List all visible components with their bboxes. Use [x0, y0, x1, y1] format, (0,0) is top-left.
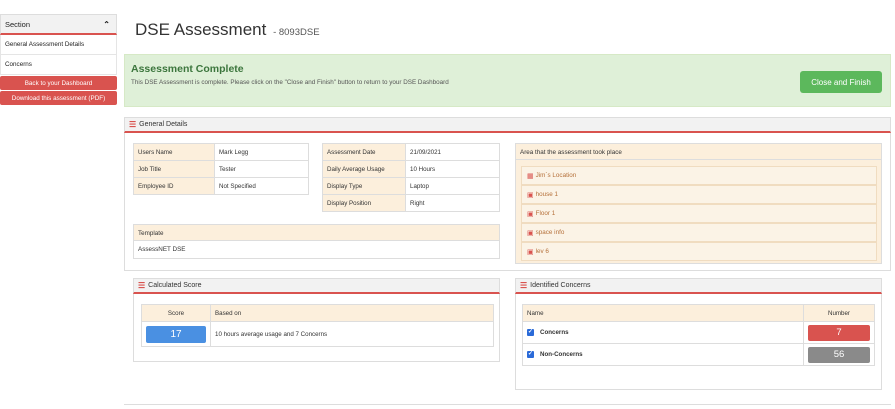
assessment-date-value: 21/09/2021	[405, 143, 500, 161]
area-item-label: space info	[535, 229, 565, 236]
list-item: ▣ lev 6	[521, 242, 877, 261]
daily-usage-label: Daily Average Usage	[322, 160, 406, 178]
table-row: Display Type Laptop	[322, 177, 500, 195]
table-row: Users Name Mark Legg	[133, 143, 309, 161]
list-item: ▣ house 1	[521, 185, 877, 204]
area-list: ▦ Jim`s Location ▣ house 1 ▣ Floor 1 ▣ s…	[515, 160, 882, 264]
assessment-date-label: Assessment Date	[322, 143, 406, 161]
display-position-value: Right	[405, 194, 500, 212]
table-row: Score Based on	[141, 304, 494, 322]
score-cell: 17	[141, 321, 211, 347]
template-value: AssessNET DSE	[133, 241, 500, 259]
checkbox-checked-icon[interactable]: ✓	[527, 350, 534, 358]
assessment-details-table: Assessment Date 21/09/2021 Daily Average…	[322, 143, 500, 212]
divider	[124, 404, 891, 405]
concerns-name-cell: ✓ Concerns	[522, 321, 804, 344]
identified-concerns-heading: ☰ Identified Concerns	[515, 278, 882, 294]
back-to-dashboard-button[interactable]: Back to your Dashboard	[0, 76, 117, 90]
completion-alert: Assessment Complete This DSE Assessment …	[124, 54, 891, 107]
assessment-ref: - 8093DSE	[273, 27, 320, 38]
general-details-heading: ☰ General Details	[124, 117, 891, 133]
non-concerns-name-cell: ✓ Non-Concerns	[522, 343, 804, 366]
list-item: ▦ Jim`s Location	[521, 166, 877, 185]
users-name-label: Users Name	[133, 143, 215, 161]
users-name-value: Mark Legg	[214, 143, 309, 161]
display-type-label: Display Type	[322, 177, 406, 195]
non-concerns-label: Non-Concerns	[540, 351, 583, 359]
table-row: Name Number	[522, 304, 875, 322]
name-column-header: Name	[522, 304, 804, 322]
page-title-text: DSE Assessment	[135, 20, 267, 39]
location-icon: ▣	[527, 191, 534, 199]
checkbox-checked-icon[interactable]: ✓	[527, 328, 534, 336]
location-icon: ▣	[527, 210, 534, 218]
score-column-header: Score	[141, 304, 211, 322]
area-label: Area that the assessment took place	[515, 143, 882, 160]
section-header[interactable]: Section ⌃	[0, 14, 117, 35]
table-row: Job Title Tester	[133, 160, 309, 178]
list-item: ▣ space info	[521, 223, 877, 242]
number-column-header: Number	[803, 304, 875, 322]
based-on-value: 10 hours average usage and 7 Concerns	[210, 321, 494, 347]
area-item-label: Floor 1	[535, 210, 556, 217]
employee-id-label: Employee ID	[133, 177, 215, 195]
building-icon: ▦	[527, 172, 534, 180]
display-position-label: Display Position	[322, 194, 406, 212]
alert-text: This DSE Assessment is complete. Please …	[131, 79, 449, 86]
area-item-label: Jim`s Location	[535, 172, 577, 179]
daily-usage-value: 10 Hours	[405, 160, 500, 178]
table-row: 17 10 hours average usage and 7 Concerns	[141, 321, 494, 347]
section-header-label: Section	[5, 19, 31, 29]
display-type-value: Laptop	[405, 177, 500, 195]
calculated-score-title: Calculated Score	[148, 282, 202, 289]
non-concerns-count-badge: 56	[808, 346, 870, 363]
job-title-value: Tester	[214, 160, 309, 178]
template-label: Template	[133, 224, 500, 241]
table-row: ✓ Concerns 7	[522, 321, 875, 344]
table-row: Display Position Right	[322, 194, 500, 212]
close-and-finish-button[interactable]: Close and Finish	[800, 71, 882, 93]
concerns-table: Name Number ✓ Concerns 7 ✓ Non-Concerns 56	[522, 304, 875, 366]
job-title-label: Job Title	[133, 160, 215, 178]
non-concerns-number-cell: 56	[803, 343, 875, 366]
sidebar-item-general-details[interactable]: General Assessment Details	[0, 35, 117, 55]
based-on-column-header: Based on	[210, 304, 494, 322]
location-icon: ▣	[527, 248, 534, 256]
concerns-number-cell: 7	[803, 321, 875, 344]
menu-bars-icon: ☰	[520, 281, 528, 290]
identified-concerns-title: Identified Concerns	[530, 282, 591, 289]
score-badge: 17	[146, 325, 206, 343]
menu-bars-icon: ☰	[138, 281, 146, 290]
employee-id-value: Not Specified	[214, 177, 309, 195]
area-item-label: house 1	[535, 191, 559, 198]
sidebar-item-concerns[interactable]: Concerns	[0, 55, 117, 75]
table-row: Daily Average Usage 10 Hours	[322, 160, 500, 178]
table-row: ✓ Non-Concerns 56	[522, 343, 875, 366]
calculated-score-heading: ☰ Calculated Score	[133, 278, 500, 294]
score-table: Score Based on 17 10 hours average usage…	[141, 304, 494, 347]
location-icon: ▣	[527, 229, 534, 237]
page-title: DSE Assessment - 8093DSE	[135, 20, 320, 40]
sidebar: Section ⌃ General Assessment Details Con…	[0, 14, 117, 105]
general-details-title: General Details	[139, 121, 188, 128]
table-row: Assessment Date 21/09/2021	[322, 143, 500, 161]
list-item: ▣ Floor 1	[521, 204, 877, 223]
download-pdf-button[interactable]: Download this assessment (PDF)	[0, 91, 117, 105]
menu-bars-icon: ☰	[129, 120, 137, 129]
concerns-count-badge: 7	[808, 324, 870, 341]
area-item-label: lev 6	[535, 248, 549, 255]
user-details-table: Users Name Mark Legg Job Title Tester Em…	[133, 143, 309, 195]
alert-title: Assessment Complete	[131, 63, 244, 75]
concerns-label: Concerns	[540, 329, 569, 337]
chevron-up-icon[interactable]: ⌃	[103, 20, 110, 29]
table-row: Employee ID Not Specified	[133, 177, 309, 195]
